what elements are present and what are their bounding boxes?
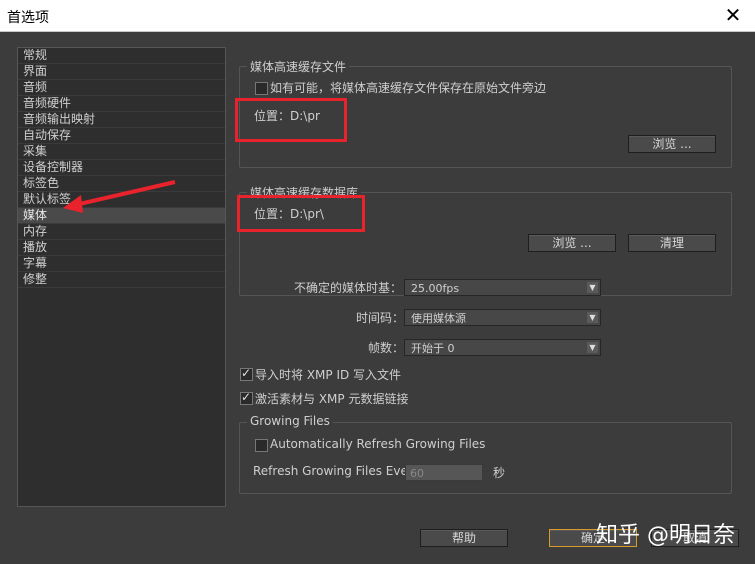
save-beside-originals-label: 如有可能，将媒体高速缓存文件保存在原始文件旁边 <box>270 81 547 95</box>
sidebar-item-titler[interactable]: 字幕 <box>18 256 225 272</box>
save-beside-originals-checkbox[interactable] <box>255 82 268 95</box>
sidebar-item-interface[interactable]: 界面 <box>18 64 225 80</box>
refresh-interval-input[interactable]: 60 <box>405 464 483 481</box>
xmp-write-label: 导入时将 XMP ID 写入文件 <box>255 368 402 382</box>
clean-button[interactable]: 清理 <box>628 234 716 252</box>
watermark: 知乎 @明日奈 <box>596 523 735 548</box>
annotation-arrow-icon <box>63 180 176 213</box>
window-title: 首选项 <box>7 10 49 26</box>
xmp-write-checkbox[interactable] <box>240 366 253 381</box>
help-button[interactable]: 帮助 <box>420 529 508 547</box>
growing-files-group: Growing Files Automatically Refresh Grow… <box>239 414 732 494</box>
timecode-label: 时间码： <box>356 311 405 325</box>
group-title: 媒体高速缓存文件 <box>247 58 350 75</box>
sidebar-item-playback[interactable]: 播放 <box>18 240 225 256</box>
sidebar-item-audio-output-mapping[interactable]: 音频输出映射 <box>18 112 225 128</box>
sidebar-item-audio[interactable]: 音频 <box>18 80 225 96</box>
xmp-link-checkbox[interactable] <box>240 390 253 405</box>
sidebar-item-audio-hardware[interactable]: 音频硬件 <box>18 96 225 112</box>
sidebar-item-general[interactable]: 常规 <box>18 48 225 64</box>
sidebar-item-device-control[interactable]: 设备控制器 <box>18 160 225 176</box>
timecode-select[interactable]: 使用媒体源 ▼ <box>404 309 601 326</box>
close-icon[interactable]: ✕ <box>721 3 745 27</box>
seconds-unit: 秒 <box>493 466 506 480</box>
timebase-value: 25.00fps <box>411 282 460 295</box>
timebase-select[interactable]: 25.00fps ▼ <box>404 279 601 296</box>
group-title: Growing Files <box>247 414 333 428</box>
sidebar-item-capture[interactable]: 采集 <box>18 144 225 160</box>
sidebar-item-trim[interactable]: 修整 <box>18 272 225 288</box>
frames-select[interactable]: 开始于 0 ▼ <box>404 339 601 356</box>
refresh-every-label: Refresh Growing Files Every <box>253 464 420 478</box>
xmp-link-label: 激活素材与 XMP 元数据链接 <box>255 392 409 406</box>
category-list[interactable]: 常规 界面 音频 音频硬件 音频输出映射 自动保存 采集 设备控制器 标签色 默… <box>17 47 226 507</box>
auto-refresh-checkbox[interactable] <box>255 439 268 452</box>
cache-files-browse-button[interactable]: 浏览 ... <box>628 135 716 153</box>
timebase-label: 不确定的媒体时基： <box>294 281 403 295</box>
dialog-body: 常规 界面 音频 音频硬件 音频输出映射 自动保存 采集 设备控制器 标签色 默… <box>0 32 755 564</box>
sidebar-item-autosave[interactable]: 自动保存 <box>18 128 225 144</box>
cache-db-browse-button[interactable]: 浏览 ... <box>528 234 616 252</box>
timecode-value: 使用媒体源 <box>411 312 466 325</box>
annotation-box-location-1 <box>235 98 347 142</box>
auto-refresh-label: Automatically Refresh Growing Files <box>270 437 486 451</box>
chevron-down-icon: ▼ <box>587 342 598 353</box>
chevron-down-icon: ▼ <box>587 282 598 293</box>
chevron-down-icon: ▼ <box>587 312 598 323</box>
sidebar-item-memory[interactable]: 内存 <box>18 224 225 240</box>
annotation-box-location-2 <box>237 195 365 232</box>
title-bar: 首选项 ✕ <box>0 0 755 32</box>
frames-label: 帧数： <box>368 341 405 355</box>
frames-value: 开始于 0 <box>411 342 455 355</box>
